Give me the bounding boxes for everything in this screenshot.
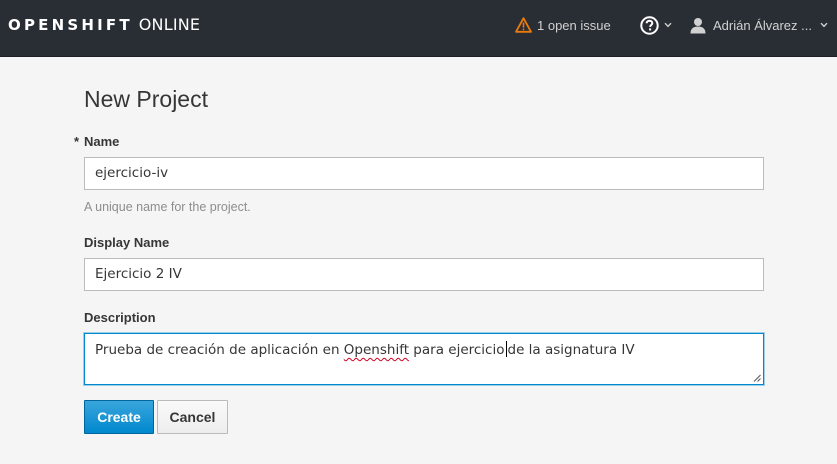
open-issues-label: 1 open issue — [537, 17, 611, 33]
misspelled-word: Openshift — [343, 342, 410, 358]
top-navbar: OPENSHIFT ONLINE 1 open issue Adrián Álva… — [0, 0, 837, 57]
question-circle-icon — [640, 15, 659, 35]
cancel-button[interactable]: Cancel — [157, 400, 228, 434]
open-issues-link[interactable]: 1 open issue — [515, 14, 611, 36]
description-text: Prueba de creación de aplicación en — [95, 342, 344, 358]
description-label: Description — [84, 310, 156, 325]
name-help-text: A unique name for the project. — [84, 200, 251, 214]
resize-handle-icon[interactable] — [753, 374, 761, 382]
description-text: de la asignatura IV — [507, 342, 635, 358]
warning-triangle-icon — [515, 17, 532, 33]
name-input[interactable]: ejercicio-iv — [84, 157, 764, 190]
user-name: Adrián Álvarez ... — [713, 17, 812, 33]
description-text: para ejercicio — [409, 342, 505, 358]
text-cursor — [505, 341, 507, 357]
help-menu[interactable] — [640, 15, 672, 35]
display-name-label: Display Name — [84, 235, 170, 250]
brand-online: ONLINE — [138, 15, 201, 34]
user-menu[interactable]: Adrián Álvarez ... — [690, 14, 828, 36]
description-textarea[interactable]: Prueba de creación de aplicación en Open… — [84, 333, 764, 385]
page-title: New Project — [84, 86, 208, 112]
create-button[interactable]: Create — [84, 400, 154, 434]
user-icon — [690, 17, 706, 33]
display-name-input[interactable]: Ejercicio 2 IV — [84, 258, 764, 291]
chevron-down-icon — [664, 22, 672, 28]
brand-openshift: OPENSHIFT — [8, 16, 133, 34]
chevron-down-icon — [820, 22, 828, 28]
brand-logo[interactable]: OPENSHIFT ONLINE — [8, 15, 200, 35]
name-label: Name — [84, 134, 120, 149]
required-marker: * — [74, 134, 80, 149]
